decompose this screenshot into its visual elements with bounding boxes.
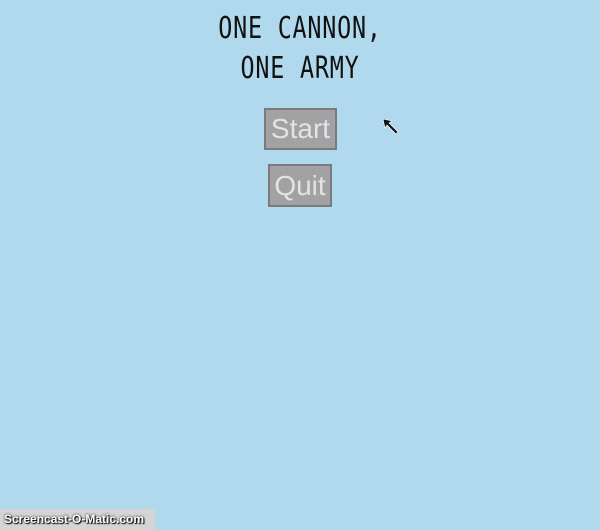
start-button[interactable]: Start xyxy=(264,108,337,150)
arrow-cursor-icon xyxy=(382,118,399,135)
game-title-line-2: ONE ARMY xyxy=(240,51,360,86)
game-main-menu-screen: ONE CANNON, ONE ARMY Start Quit Screenca… xyxy=(0,0,600,530)
quit-button[interactable]: Quit xyxy=(268,164,332,207)
screencast-watermark: Screencast-O-Matic.com xyxy=(0,509,155,530)
game-title-line-1: ONE CANNON, xyxy=(218,11,382,46)
